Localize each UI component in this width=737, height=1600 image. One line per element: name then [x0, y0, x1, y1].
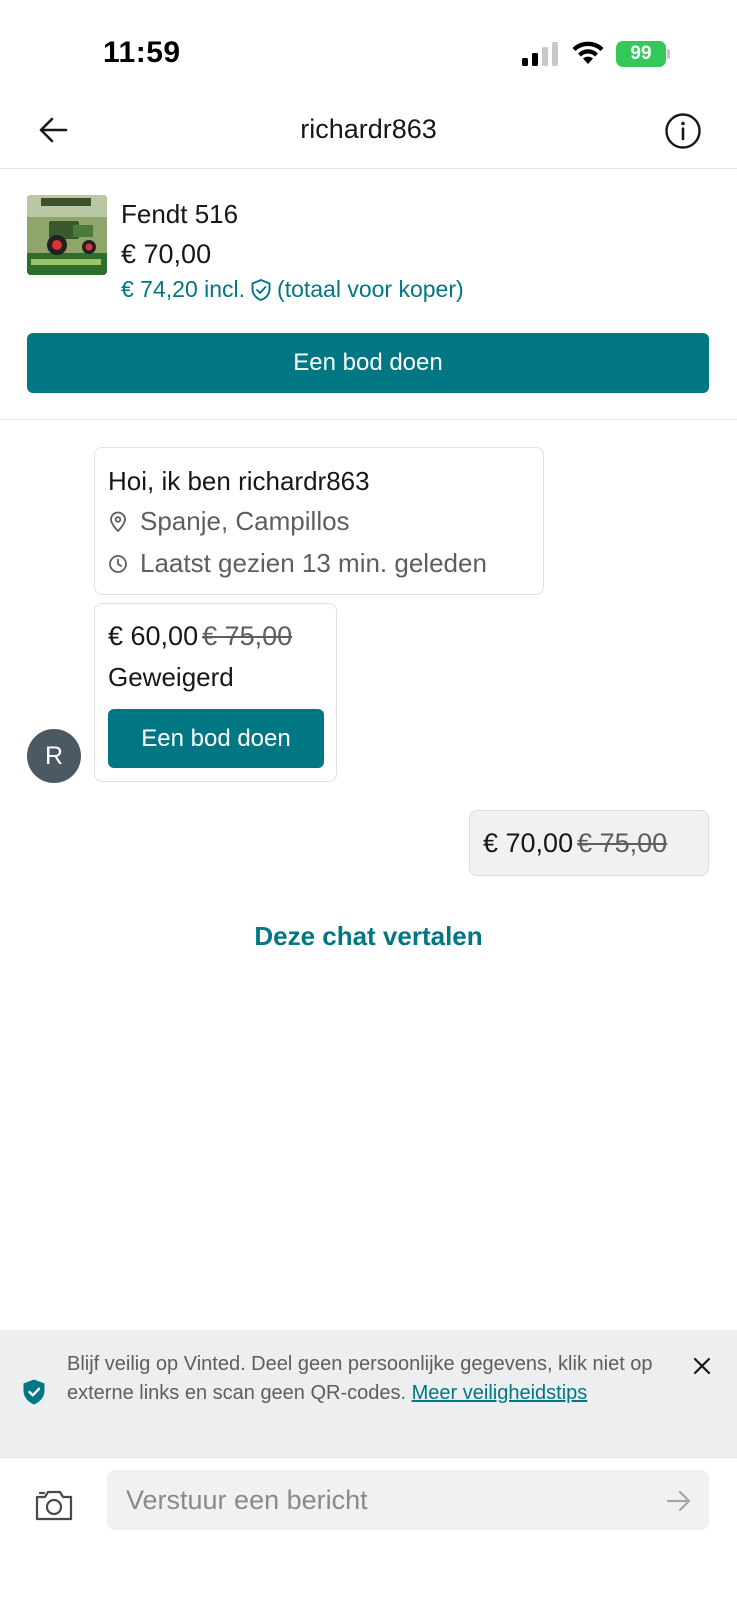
seller-location: Spanje, Campillos [108, 506, 350, 537]
info-circle-icon[interactable] [664, 112, 702, 150]
status-time: 11:59 [103, 36, 181, 69]
item-total-price[interactable]: € 74,20 incl. (totaal voor koper) [121, 276, 464, 303]
safety-message: Blijf veilig op Vinted. Deel geen persoo… [67, 1350, 667, 1408]
seller-last-seen-text: Laatst gezien 13 min. geleden [140, 548, 487, 578]
seller-last-seen: Laatst gezien 13 min. geleden [108, 548, 487, 579]
my-offer-original-price: € 75,00 [577, 827, 668, 858]
offer-status: Geweigerd [108, 662, 234, 692]
item-total-amount: € 74,20 incl. [121, 276, 246, 302]
location-pin-icon [110, 511, 126, 532]
offer-message-card: € 60,00 € 75,00 Geweigerd Een bod doen [94, 603, 337, 782]
clock-icon [109, 554, 127, 573]
item-price: € 70,00 [121, 239, 212, 269]
seller-location-text: Spanje, Campillos [140, 506, 350, 536]
buyer-protection-shield-icon [251, 278, 271, 301]
battery-level: 99 [630, 43, 652, 64]
conversation-title: richardr863 [300, 114, 437, 144]
offer-price: € 60,00 € 75,00 [108, 621, 292, 652]
message-composer [0, 1457, 737, 1600]
seller-intro-card: Hoi, ik ben richardr863 Spanje, Campillo… [94, 447, 544, 595]
item-header: Fendt 516 € 70,00 € 74,20 incl. (totaal … [0, 169, 737, 420]
my-offer-amount: € 70,00 [483, 827, 574, 858]
make-offer-button[interactable]: Een bod doen [27, 333, 709, 393]
send-arrow-icon[interactable] [664, 1486, 694, 1516]
safety-tips-link[interactable]: Meer veiligheidstips [412, 1382, 588, 1404]
nav-bar: richardr863 [0, 100, 737, 169]
translate-chat-link[interactable]: Deze chat vertalen [0, 921, 737, 952]
wifi-icon [572, 41, 604, 64]
safety-banner: Blijf veilig op Vinted. Deel geen persoo… [0, 1330, 737, 1457]
avatar[interactable]: R [27, 729, 81, 783]
make-offer-button-inline[interactable]: Een bod doen [108, 709, 324, 768]
status-bar: 11:59 99 [0, 0, 737, 100]
shield-check-icon [23, 1379, 45, 1405]
cellular-signal-icon [522, 42, 558, 66]
camera-icon[interactable] [34, 1488, 74, 1522]
my-offer-message: € 70,00 € 75,00 [469, 810, 709, 876]
close-icon[interactable] [690, 1354, 714, 1378]
offer-original-price: € 75,00 [202, 621, 293, 651]
item-total-label: (totaal voor koper) [277, 276, 464, 302]
offer-amount: € 60,00 [108, 621, 199, 651]
battery-indicator: 99 [616, 41, 670, 67]
intro-greeting: Hoi, ik ben richardr863 [108, 466, 370, 496]
item-title[interactable]: Fendt 516 [121, 199, 238, 230]
message-input[interactable] [107, 1470, 709, 1530]
item-thumbnail[interactable] [27, 195, 107, 275]
